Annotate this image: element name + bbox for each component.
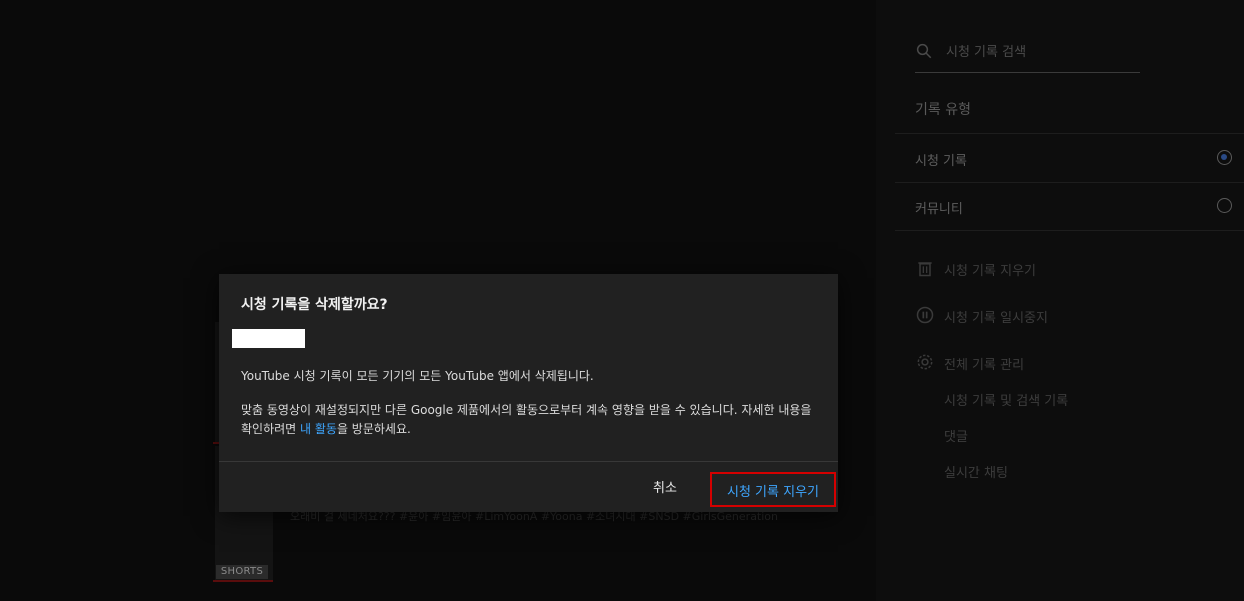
dialog-text-primary: YouTube 시청 기록이 모든 기기의 모든 YouTube 앱에서 삭제됩… <box>241 369 594 383</box>
radio-watch-history[interactable]: 시청 기록 <box>895 135 1244 183</box>
history-search <box>915 34 1140 73</box>
history-type-title: 기록 유형 <box>915 102 971 118</box>
pause-circle-icon <box>916 306 934 324</box>
action-label: 전체 기록 관리 <box>944 358 1025 373</box>
progress-mark <box>213 580 273 582</box>
clear-history-dialog: 시청 기록을 삭제할까요? YouTube 시청 기록이 모든 기기의 모든 Y… <box>219 274 838 512</box>
sub-item-comments[interactable]: 댓글 <box>944 426 968 445</box>
cancel-button[interactable]: 취소 <box>643 475 687 497</box>
gear-icon <box>917 354 933 370</box>
my-activity-link[interactable]: 내 활동 <box>300 422 337 436</box>
search-input[interactable] <box>944 40 1138 64</box>
radio-label: 시청 기록 <box>915 154 967 169</box>
dialog-title: 시청 기록을 삭제할까요? <box>241 297 388 313</box>
clear-history-button[interactable]: 시청 기록 지우기 <box>710 472 836 508</box>
radio-button[interactable] <box>1217 198 1232 213</box>
radio-label: 커뮤니티 <box>915 202 963 217</box>
action-label: 시청 기록 일시중지 <box>944 311 1048 326</box>
history-sidebar <box>876 0 1244 601</box>
radio-button-checked[interactable] <box>1217 150 1232 165</box>
trash-icon <box>918 262 932 277</box>
shorts-badge: SHORTS <box>216 565 268 579</box>
dialog-text-secondary: 맞춤 동영상이 재설정되지만 다른 Google 제품에서의 활동으로부터 계속… <box>241 401 821 439</box>
dialog-divider <box>219 461 838 462</box>
divider <box>895 133 1244 134</box>
sub-item-live-chat[interactable]: 실시간 채팅 <box>944 462 1008 481</box>
action-label: 시청 기록 지우기 <box>944 264 1036 279</box>
search-icon[interactable] <box>915 42 933 60</box>
radio-community[interactable]: 커뮤니티 <box>895 183 1244 231</box>
dialog-text-part: 을 방문하세요. <box>336 422 411 436</box>
redacted-block <box>232 329 305 348</box>
sub-item-watch-search-history[interactable]: 시청 기록 및 검색 기록 <box>944 390 1068 409</box>
divider <box>895 230 1244 231</box>
